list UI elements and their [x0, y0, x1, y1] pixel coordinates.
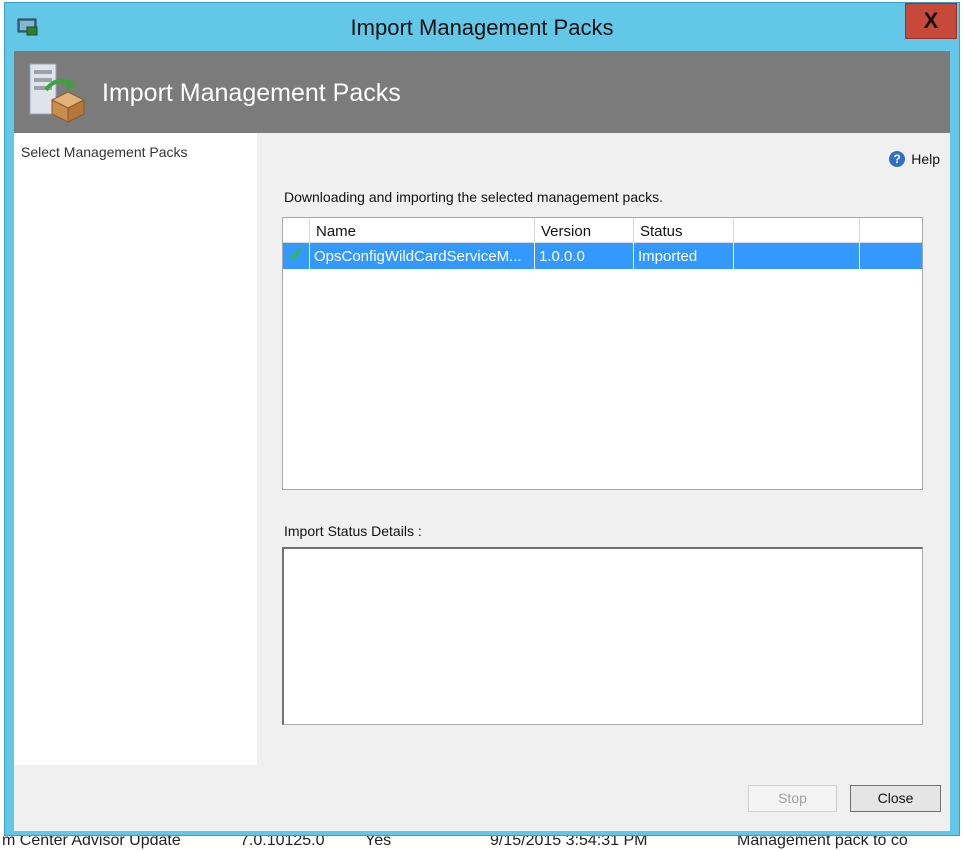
import-dialog: Import Management Packs X Import Managem…	[4, 2, 960, 836]
window-close-button[interactable]: X	[905, 3, 957, 39]
import-package-icon	[29, 63, 86, 123]
bg-cell-version: 7.0.10125.0	[240, 836, 325, 849]
table-row[interactable]: ✓ OpsConfigWildCardServiceM... 1.0.0.0 I…	[283, 243, 922, 269]
row-extra-2	[860, 243, 922, 269]
stop-button[interactable]: Stop	[748, 785, 837, 812]
check-icon: ✓	[283, 243, 310, 269]
dialog-client-area: Import Management Packs Select Managemen…	[14, 51, 950, 831]
bg-cell-date: 9/15/2015 3:54:31 PM	[490, 836, 648, 849]
header-banner: Import Management Packs	[14, 51, 950, 133]
window-title: Import Management Packs	[350, 15, 614, 40]
row-name: OpsConfigWildCardServiceM...	[310, 243, 535, 269]
help-icon: ?	[889, 151, 906, 167]
grid-header: Name Version Status	[283, 218, 922, 243]
import-status-details-box[interactable]	[282, 547, 923, 725]
help-link[interactable]: ? Help	[889, 151, 940, 167]
help-label: Help	[911, 151, 940, 167]
row-extra-1	[734, 243, 860, 269]
column-header-extra-2[interactable]	[860, 218, 922, 242]
row-version: 1.0.0.0	[535, 243, 634, 269]
close-button[interactable]: Close	[850, 785, 941, 812]
column-header-icon[interactable]	[283, 218, 310, 242]
column-header-name[interactable]: Name	[310, 218, 535, 242]
background-list-row: m Center Advisor Update 7.0.10125.0 Yes …	[0, 836, 964, 851]
wizard-steps-pane: Select Management Packs	[14, 133, 257, 765]
banner-title: Import Management Packs	[102, 79, 401, 107]
progress-message: Downloading and importing the selected m…	[284, 189, 664, 205]
bg-cell-sealed: Yes	[365, 836, 392, 849]
management-packs-grid[interactable]: Name Version Status ✓ OpsConfigWildCardS…	[282, 217, 923, 490]
row-status: Imported	[634, 243, 734, 269]
title-bar[interactable]: Import Management Packs X	[5, 3, 959, 51]
column-header-extra-1[interactable]	[734, 218, 860, 242]
step-select-management-packs[interactable]: Select Management Packs	[21, 144, 188, 160]
bg-cell-name: m Center Advisor Update	[2, 836, 181, 849]
import-status-details-label: Import Status Details :	[284, 523, 422, 539]
bg-cell-description: Management pack to co	[737, 836, 908, 849]
column-header-status[interactable]: Status	[634, 218, 734, 242]
column-header-version[interactable]: Version	[535, 218, 634, 242]
